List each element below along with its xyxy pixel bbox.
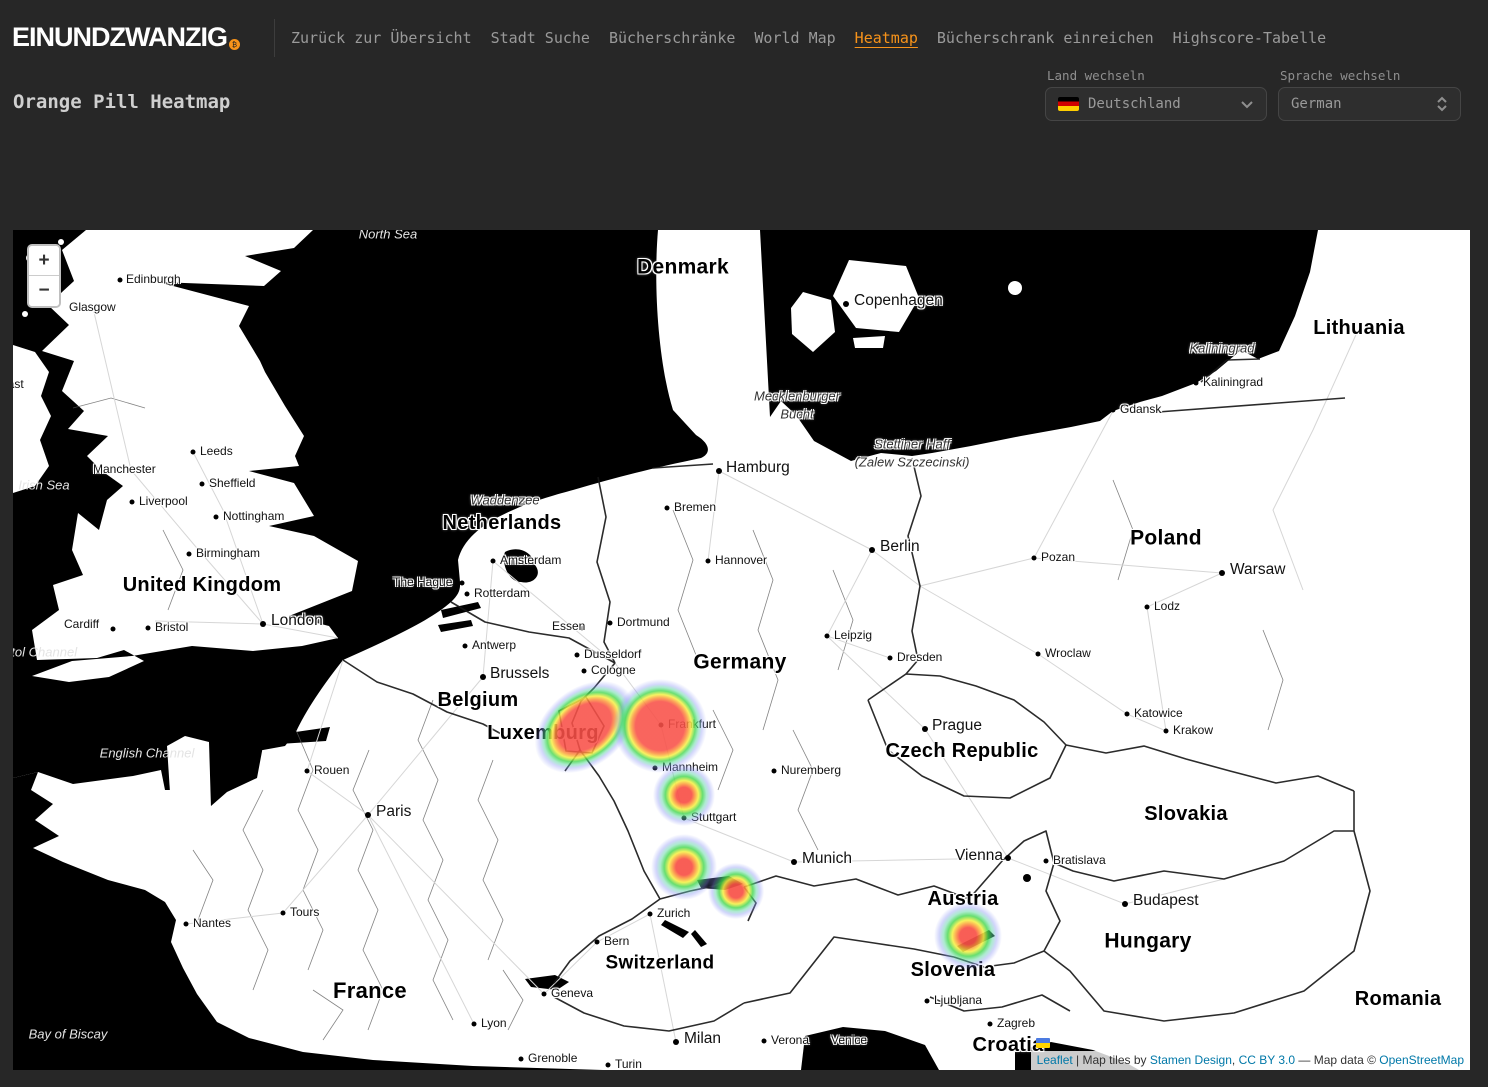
chevron-up-down-icon xyxy=(1436,95,1448,113)
nav-link-b-cherschr-nke[interactable]: Bücherschränke xyxy=(609,29,735,47)
attribution-separator: , xyxy=(1232,1053,1239,1067)
heatmap-map-canvas[interactable]: EdinburghGlasgowBelfastLeedsManchesterLi… xyxy=(13,230,1470,1070)
country-select[interactable]: Deutschland xyxy=(1045,87,1267,121)
attribution-link-openstreetmap[interactable]: OpenStreetMap xyxy=(1379,1053,1464,1067)
zoom-control: + − xyxy=(27,244,61,308)
locale-controls: Land wechseln Deutschland Sprache wechse… xyxy=(1045,68,1461,121)
nav-link-stadt-suche[interactable]: Stadt Suche xyxy=(491,29,590,47)
attribution-separator: — Map data © xyxy=(1295,1053,1379,1067)
nav-link-world-map[interactable]: World Map xyxy=(754,29,835,47)
nav-link-heatmap[interactable]: Heatmap xyxy=(855,29,918,47)
header-divider xyxy=(274,19,275,57)
zoom-out-button[interactable]: − xyxy=(29,276,59,306)
attribution-link-cc-by-3-0[interactable]: CC BY 3.0 xyxy=(1239,1053,1295,1067)
language-group: Sprache wechseln German xyxy=(1278,68,1461,121)
nav-link-highscore-tabelle[interactable]: Highscore-Tabelle xyxy=(1173,29,1327,47)
logo[interactable]: EINUNDZWANZIG ₿ xyxy=(12,24,240,51)
main-nav: Zurück zur Übersicht Stadt Suche Büchersch… xyxy=(291,29,1326,47)
chevron-down-icon xyxy=(1240,100,1254,109)
header: EINUNDZWANZIG ₿ Zurück zur Übersicht Stad… xyxy=(0,0,1488,75)
country-value: Deutschland xyxy=(1088,96,1181,112)
german-flag-icon xyxy=(1058,97,1079,111)
language-label: Sprache wechseln xyxy=(1278,68,1461,83)
attribution-separator: | Map tiles by xyxy=(1073,1053,1150,1067)
map-geography xyxy=(13,230,1470,1070)
map-attribution: Leaflet | Map tiles by Stamen Design, CC… xyxy=(1031,1051,1470,1070)
bitcoin-icon: ₿ xyxy=(229,39,240,50)
zoom-in-button[interactable]: + xyxy=(29,246,59,276)
language-select[interactable]: German xyxy=(1278,87,1461,121)
country-group: Land wechseln Deutschland xyxy=(1045,68,1267,121)
attribution-link-leaflet[interactable]: Leaflet xyxy=(1037,1053,1073,1067)
nav-link-zur-ck-zur-bersicht[interactable]: Zurück zur Übersicht xyxy=(291,29,472,47)
attribution-link-stamen-design[interactable]: Stamen Design xyxy=(1150,1053,1232,1067)
ukraine-flag-icon xyxy=(1036,1038,1050,1048)
logo-text: EINUNDZWANZIG xyxy=(12,24,227,51)
attribution-text: Leaflet | Map tiles by Stamen Design, CC… xyxy=(1037,1053,1464,1067)
nav-link-b-cherschrank-einreichen[interactable]: Bücherschrank einreichen xyxy=(937,29,1154,47)
country-label: Land wechseln xyxy=(1045,68,1267,83)
language-value: German xyxy=(1291,96,1342,112)
